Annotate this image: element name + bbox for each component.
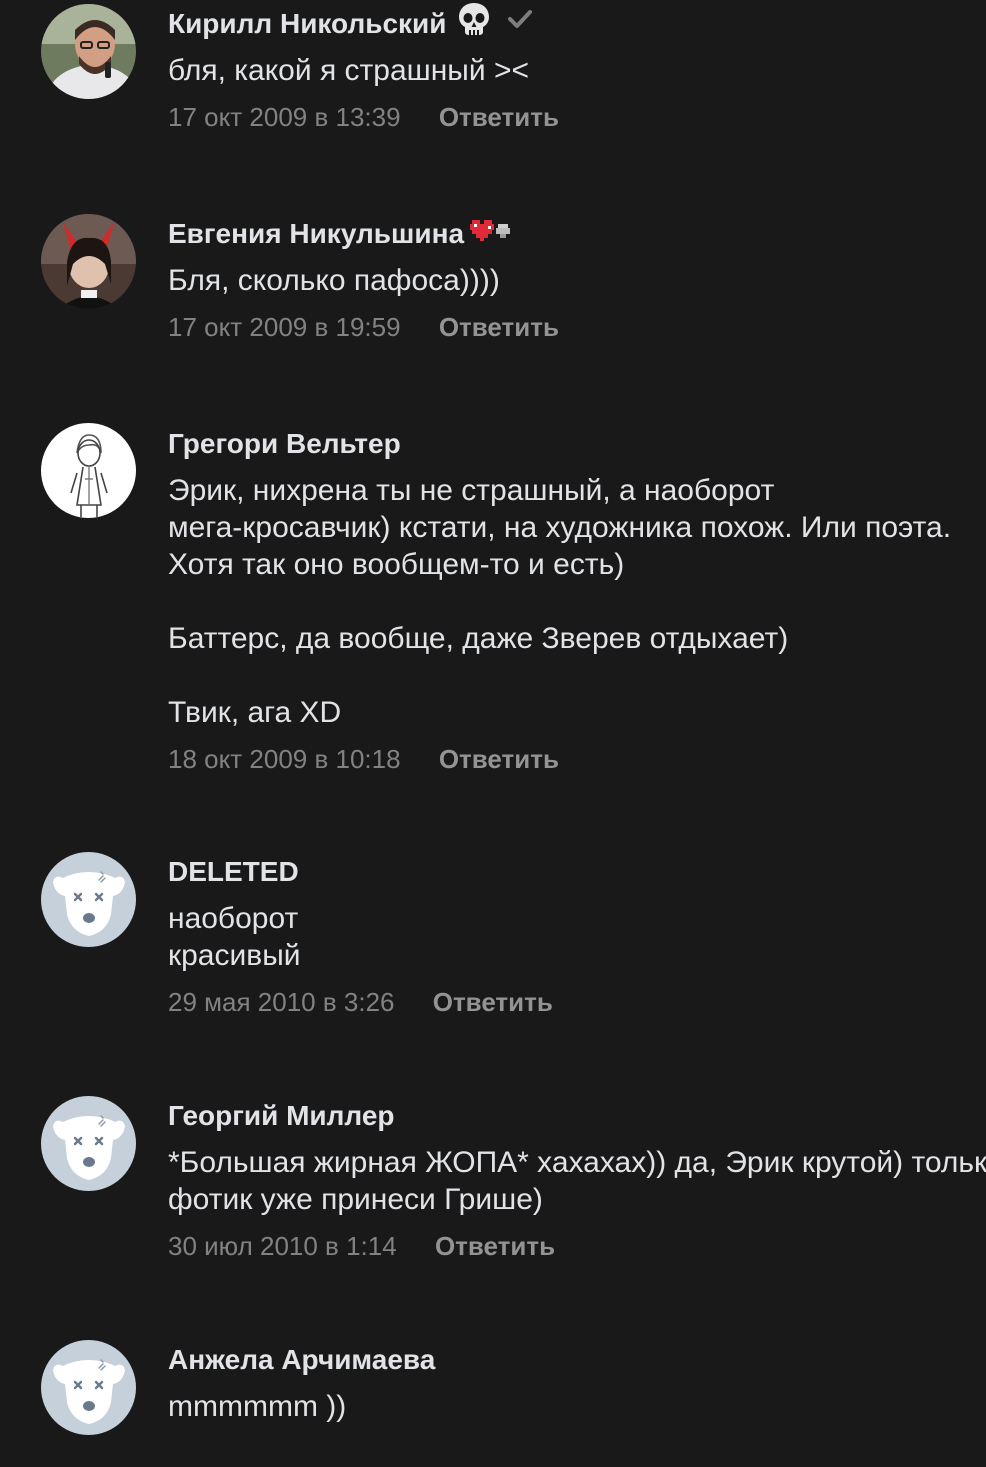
deleted-dog-avatar-icon [41,1096,136,1191]
reply-button[interactable]: Ответить [433,985,553,1019]
comment-date[interactable]: 17 окт 2009 в 19:59 [168,310,401,344]
comment-date[interactable]: 17 окт 2009 в 13:39 [168,100,401,134]
verified-check-icon [506,4,534,44]
user-avatar[interactable] [41,4,136,99]
comment-author[interactable]: Грегори Вельтер [168,424,401,464]
comment-author[interactable]: Евгения Никульшина [168,214,464,254]
user-avatar[interactable] [41,852,136,947]
user-drawing-icon [41,423,136,518]
user-photo-icon [41,214,136,309]
reply-button[interactable]: Ответить [439,310,559,344]
comment-text: Бля, сколько пафоса)))) [168,264,500,297]
deleted-dog-avatar-icon [41,852,136,947]
deleted-dog-avatar-icon [41,1340,136,1435]
user-avatar[interactable] [41,214,136,309]
user-avatar[interactable] [41,1340,136,1435]
comment-date[interactable]: 29 мая 2010 в 3:26 [168,985,394,1019]
reply-button[interactable]: Ответить [435,1229,555,1263]
comment-text: mmmmmm )) [168,1390,347,1423]
comment-text: бля, какой я страшный >< [168,54,529,87]
skull-icon [456,1,492,48]
comment-date[interactable]: 18 окт 2009 в 10:18 [168,742,401,776]
comment-date[interactable]: 30 июл 2010 в 1:14 [168,1229,397,1263]
user-photo-icon [41,4,136,99]
comment-author[interactable]: Анжела Арчимаева [168,1340,435,1380]
comment-author[interactable]: Георгий Миллер [168,1096,395,1136]
comment-author[interactable]: Кирилл Никольский [168,4,446,44]
comment-text: Эрик, нихрена ты не страшный, а наоборот… [168,474,952,729]
pixel-heart-icon [468,214,514,255]
comment-author[interactable]: DELETED [168,852,299,892]
comment-text: наоборот красивый [168,902,301,972]
user-avatar[interactable] [41,1096,136,1191]
user-avatar[interactable] [41,423,136,518]
comment-text: *Большая жирная ЖОПА* хахахах)) да, Эрик… [168,1146,986,1216]
reply-button[interactable]: Ответить [439,742,559,776]
reply-button[interactable]: Ответить [439,100,559,134]
